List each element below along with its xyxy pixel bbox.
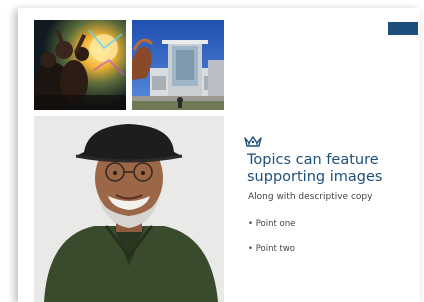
slide-heading: Topics can feature supporting images [247, 152, 417, 186]
accent-bar [388, 22, 418, 35]
crown-icon [244, 136, 262, 147]
bullet-point-two: • Point two [248, 244, 296, 254]
descriptive-copy: Along with descriptive copy [248, 192, 373, 202]
building-photo [132, 20, 224, 110]
concert-photo [34, 20, 126, 110]
slide: Topics can feature supporting images Alo… [18, 8, 420, 302]
slide-heading-line-1: Topics can feature [247, 152, 379, 168]
portrait-photo [34, 116, 224, 302]
bullet-point-one: • Point one [248, 219, 296, 229]
slide-heading-line-2: supporting images [247, 169, 383, 185]
